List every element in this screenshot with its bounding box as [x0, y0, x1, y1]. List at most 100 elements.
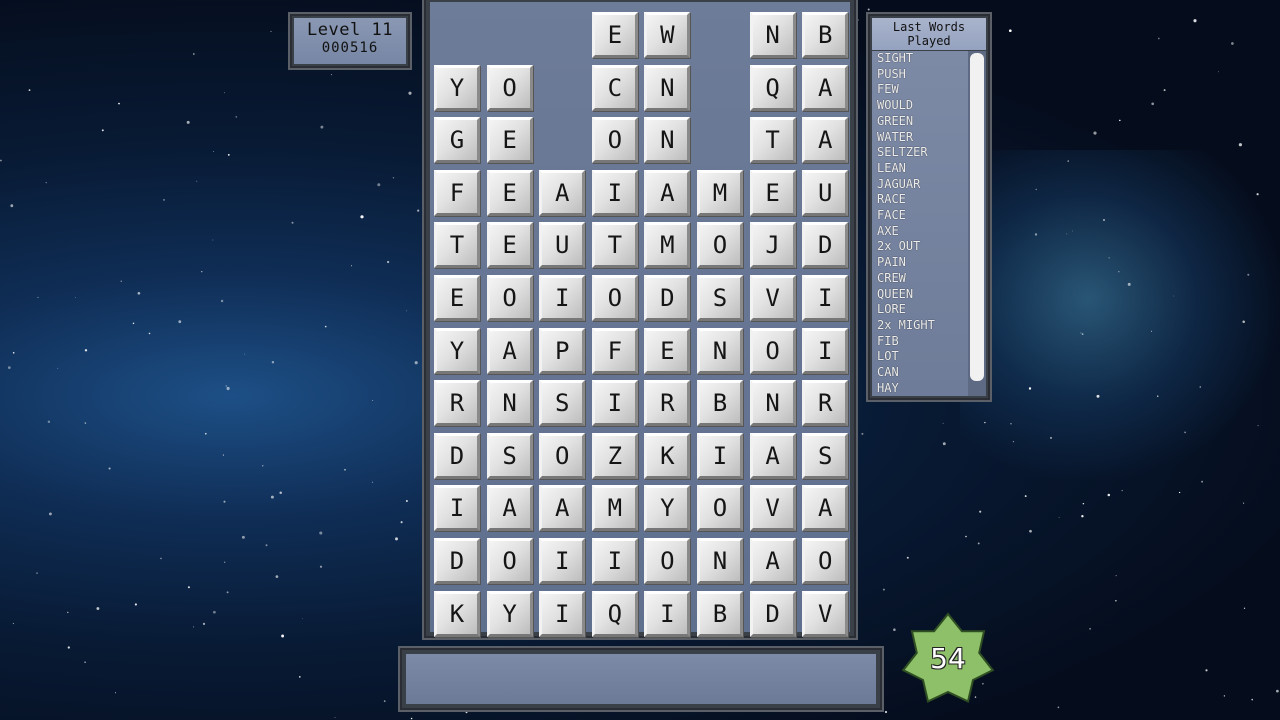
- letter-tile[interactable]: F: [434, 169, 480, 216]
- letter-tile[interactable]: R: [434, 380, 480, 427]
- letter-tile[interactable]: M: [697, 169, 743, 216]
- letter-tile[interactable]: A: [486, 327, 533, 374]
- letter-tile[interactable]: O: [486, 538, 533, 584]
- letter-tile[interactable]: S: [697, 275, 743, 321]
- letter-tile[interactable]: V: [749, 275, 796, 321]
- letter-tile[interactable]: F: [591, 327, 638, 374]
- words-scrollbar-thumb[interactable]: [970, 53, 984, 381]
- letter-tile[interactable]: T: [591, 222, 638, 269]
- letter-tile[interactable]: W: [644, 12, 691, 58]
- word-item: LOT: [877, 349, 899, 364]
- letter-tile[interactable]: D: [802, 222, 849, 269]
- word-item: FACE: [877, 208, 906, 223]
- letter-tile[interactable]: S: [486, 432, 533, 479]
- letter-tile[interactable]: A: [539, 485, 586, 532]
- word-input-bar: [398, 646, 884, 712]
- letter-tile[interactable]: I: [802, 275, 849, 321]
- letter-tile[interactable]: E: [644, 327, 691, 374]
- letter-tile[interactable]: R: [644, 380, 691, 427]
- letter-tile[interactable]: R: [802, 380, 849, 427]
- letter-tile[interactable]: T: [434, 222, 480, 269]
- letter-tile[interactable]: D: [749, 590, 796, 637]
- letter-tile[interactable]: K: [434, 590, 480, 637]
- letter-tile[interactable]: B: [697, 380, 743, 427]
- letter-tile[interactable]: T: [749, 117, 796, 164]
- letter-tile[interactable]: O: [802, 538, 849, 584]
- letter-tile[interactable]: N: [644, 64, 691, 111]
- letter-tile[interactable]: Q: [749, 64, 796, 111]
- word-item: AXE: [877, 223, 899, 238]
- words-scrollbar[interactable]: [968, 51, 986, 396]
- letter-tile[interactable]: I: [802, 327, 849, 374]
- letter-tile[interactable]: O: [486, 275, 533, 321]
- word-item: CREW: [877, 270, 906, 285]
- letter-tile[interactable]: O: [539, 432, 586, 479]
- letter-tile[interactable]: A: [644, 169, 691, 216]
- letter-tile[interactable]: Y: [644, 485, 691, 532]
- letter-tile[interactable]: N: [697, 327, 743, 374]
- letter-tile[interactable]: S: [539, 380, 586, 427]
- letter-tile[interactable]: I: [539, 590, 586, 637]
- letter-board: EWNBYOCNQAGEONTAFEAIAMEUTEUTMOJDEOIODSVI…: [422, 0, 858, 640]
- letter-tile[interactable]: O: [644, 538, 691, 584]
- letter-tile[interactable]: D: [434, 538, 480, 584]
- letter-tile[interactable]: D: [644, 275, 691, 321]
- letter-tile[interactable]: N: [486, 380, 533, 427]
- letter-tile[interactable]: O: [486, 64, 533, 111]
- letter-tile[interactable]: I: [591, 538, 638, 584]
- letter-tile[interactable]: E: [749, 169, 796, 216]
- letter-tile[interactable]: M: [644, 222, 691, 269]
- letter-tile[interactable]: N: [644, 117, 691, 164]
- letter-tile[interactable]: E: [486, 222, 533, 269]
- letter-tile[interactable]: I: [644, 590, 691, 637]
- letter-tile[interactable]: O: [697, 485, 743, 532]
- letter-tile[interactable]: N: [697, 538, 743, 584]
- letter-tile[interactable]: J: [749, 222, 796, 269]
- letter-tile[interactable]: A: [749, 538, 796, 584]
- letter-tile[interactable]: K: [644, 432, 691, 479]
- letter-tile[interactable]: O: [749, 327, 796, 374]
- letter-tile[interactable]: U: [539, 222, 586, 269]
- letter-tile[interactable]: A: [802, 64, 849, 111]
- letter-tile[interactable]: S: [802, 432, 849, 479]
- word-item: GREEN: [877, 113, 914, 128]
- letter-tile[interactable]: E: [486, 169, 533, 216]
- letter-tile[interactable]: B: [802, 12, 849, 58]
- letter-tile[interactable]: D: [434, 432, 480, 479]
- letter-tile[interactable]: Y: [486, 590, 533, 637]
- letter-tile[interactable]: E: [434, 275, 480, 321]
- letter-tile[interactable]: U: [802, 169, 849, 216]
- letter-tile[interactable]: E: [486, 117, 533, 164]
- letter-tile[interactable]: A: [749, 432, 796, 479]
- letter-tile[interactable]: G: [434, 117, 480, 164]
- letter-tile[interactable]: I: [434, 485, 480, 532]
- letter-tile[interactable]: E: [591, 12, 638, 58]
- letter-tile[interactable]: P: [539, 327, 586, 374]
- letter-tile[interactable]: Y: [434, 64, 480, 111]
- letter-tile[interactable]: B: [697, 590, 743, 637]
- letter-tile[interactable]: M: [591, 485, 638, 532]
- letter-tile[interactable]: Q: [591, 590, 638, 637]
- letter-tile[interactable]: A: [802, 117, 849, 164]
- letter-tile[interactable]: V: [802, 590, 849, 637]
- letter-tile[interactable]: I: [591, 169, 638, 216]
- letter-tile[interactable]: A: [486, 485, 533, 532]
- letter-tile[interactable]: N: [749, 12, 796, 58]
- letter-tile[interactable]: O: [591, 275, 638, 321]
- letter-tile[interactable]: N: [749, 380, 796, 427]
- letter-tile[interactable]: O: [697, 222, 743, 269]
- letter-tile[interactable]: Z: [591, 432, 638, 479]
- letter-tile[interactable]: I: [591, 380, 638, 427]
- letter-tile[interactable]: A: [802, 485, 849, 532]
- letter-tile[interactable]: I: [539, 275, 586, 321]
- letter-tile[interactable]: O: [591, 117, 638, 164]
- word-item: WOULD: [877, 98, 914, 113]
- word-item: SIGHT: [877, 51, 914, 65]
- word-item: LORE: [877, 302, 906, 317]
- letter-tile[interactable]: Y: [434, 327, 480, 374]
- letter-tile[interactable]: A: [539, 169, 586, 216]
- letter-tile[interactable]: I: [697, 432, 743, 479]
- letter-tile[interactable]: V: [749, 485, 796, 532]
- letter-tile[interactable]: I: [539, 538, 586, 584]
- letter-tile[interactable]: C: [591, 64, 638, 111]
